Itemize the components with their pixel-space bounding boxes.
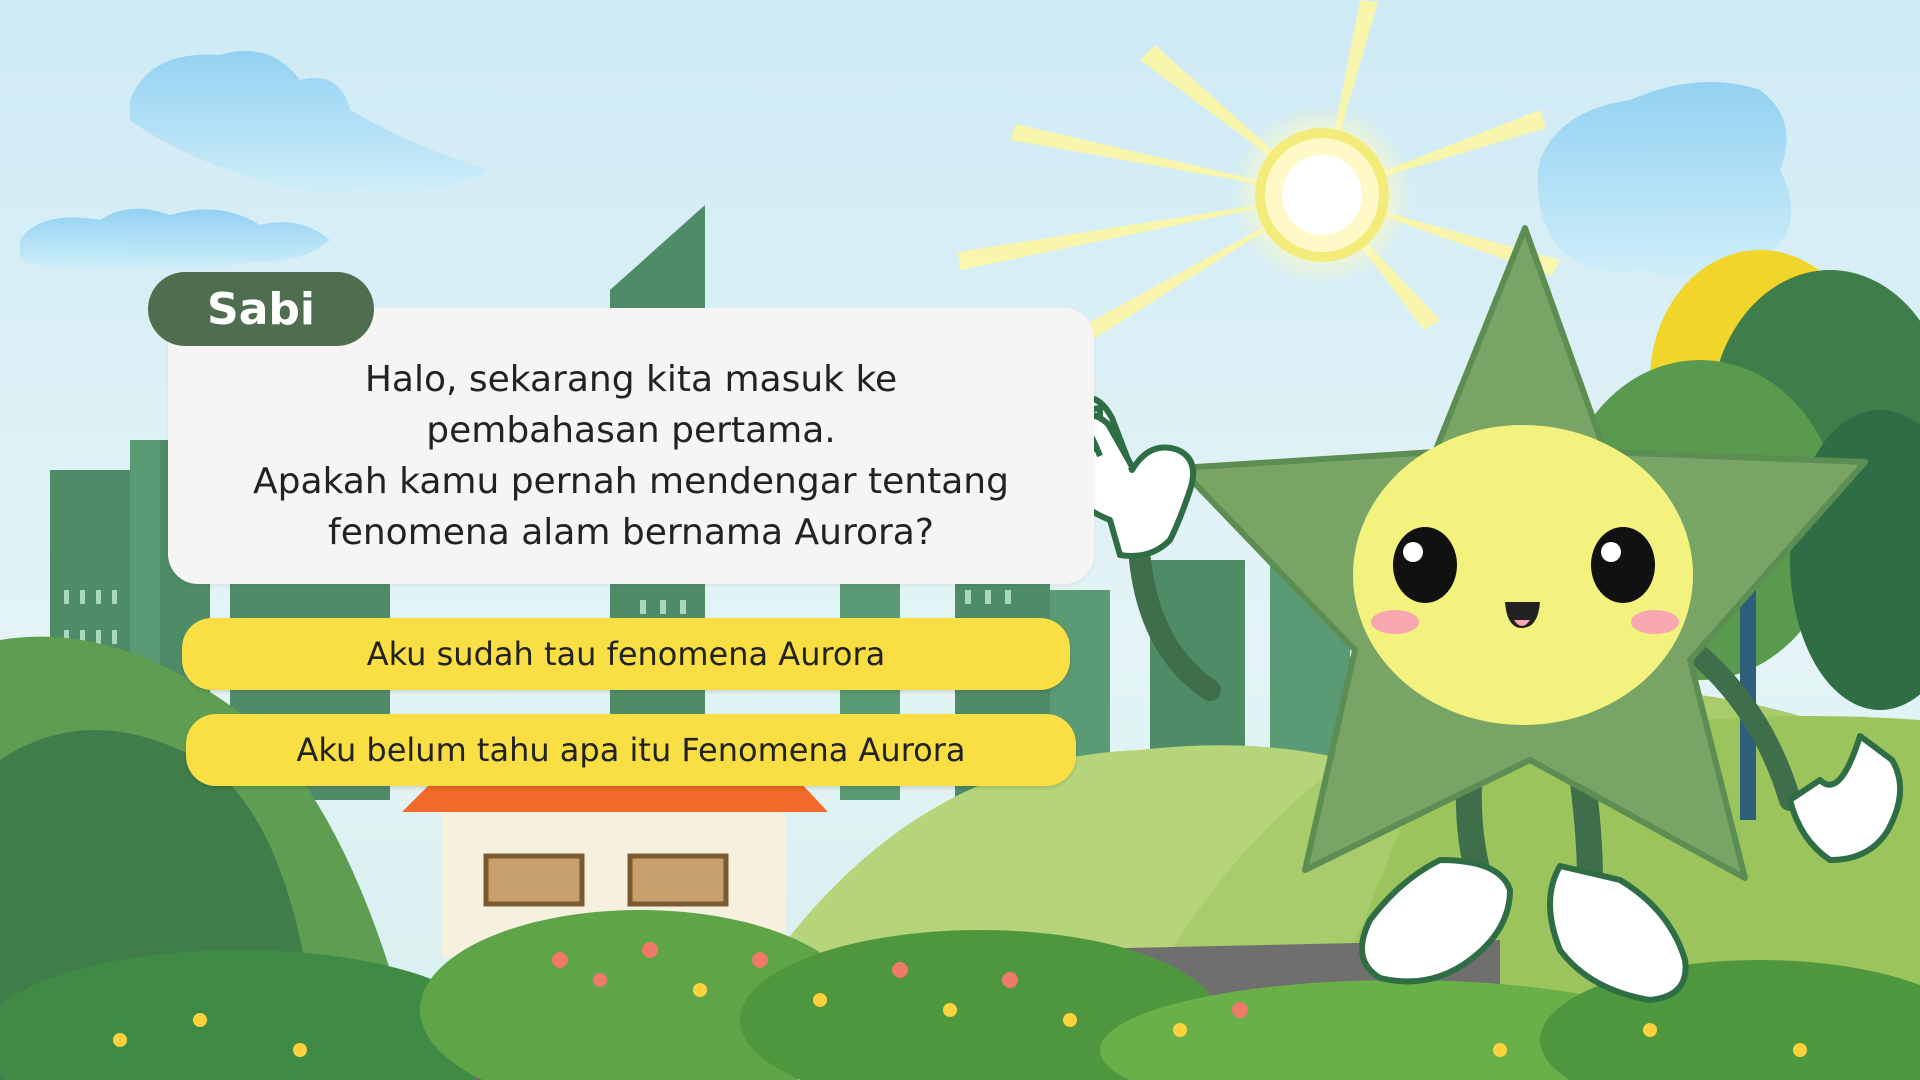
dialog-line: pembahasan pertama. bbox=[426, 410, 836, 451]
dialog-line: fenomena alam bernama Aurora? bbox=[328, 512, 934, 553]
choice-button-known[interactable]: Aku sudah tau fenomena Aurora bbox=[182, 618, 1070, 690]
choice-button-unknown[interactable]: Aku belum tahu apa itu Fenomena Aurora bbox=[186, 714, 1076, 786]
speaker-name-tag: Sabi bbox=[148, 272, 374, 346]
dialog-box: Halo, sekarang kita masuk ke pembahasan … bbox=[168, 308, 1094, 584]
dialog-line: Apakah kamu pernah mendengar tentang bbox=[253, 461, 1009, 502]
dialog-line: Halo, sekarang kita masuk ke bbox=[364, 359, 898, 400]
